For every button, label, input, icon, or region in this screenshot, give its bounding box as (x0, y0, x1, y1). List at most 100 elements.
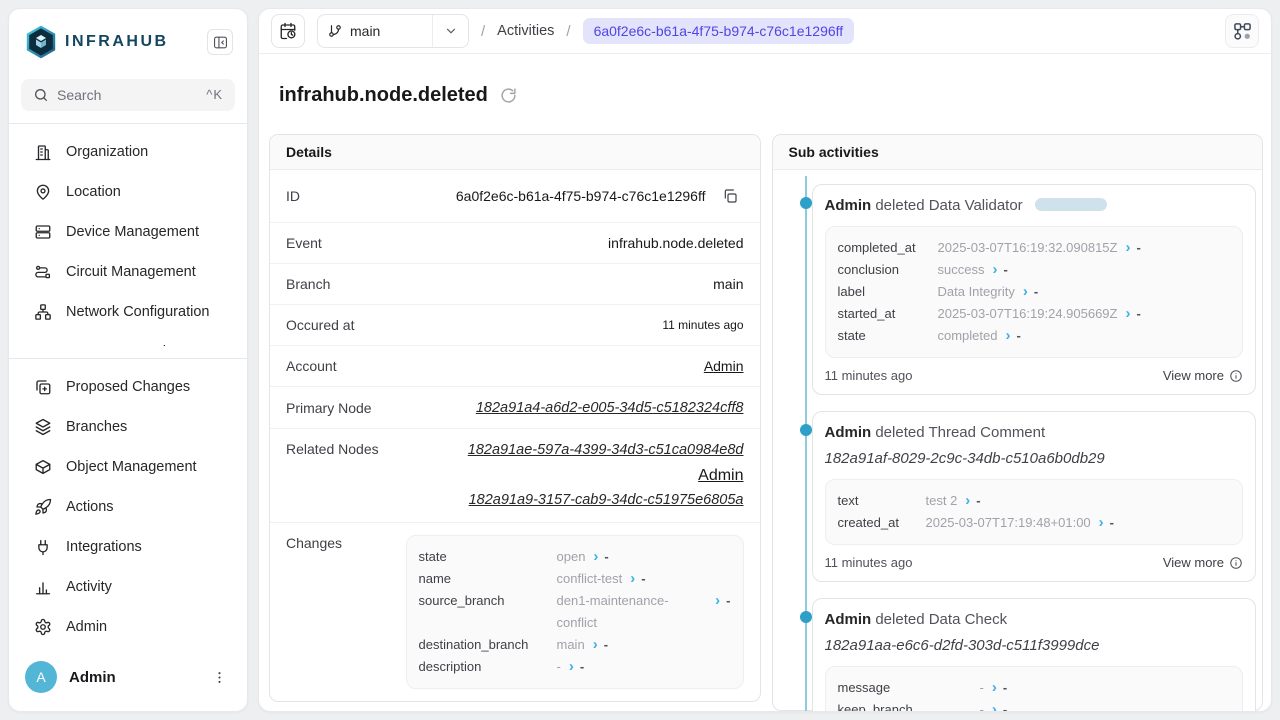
change-key: description (419, 656, 547, 678)
chevron-right-icon[interactable]: › (992, 677, 997, 699)
change-row: state open › - (419, 546, 731, 568)
chevron-right-icon[interactable]: › (593, 546, 598, 568)
topbar: main / Activities / 6a0f2e6c-b61a-4f75-b… (259, 9, 1271, 54)
chevron-right-icon[interactable]: › (569, 656, 574, 678)
related-node-link[interactable]: 182a91ae-597a-4399-34d3-c51ca0984e8d (468, 441, 744, 460)
field-value: 2025-03-07T16:19:24.905669Z (938, 303, 1118, 325)
chevron-right-icon[interactable]: › (593, 634, 598, 656)
sidebar-item-circuit-management[interactable]: Circuit Management (17, 252, 239, 292)
schema-button[interactable] (1225, 14, 1259, 48)
detail-label: Occured at (286, 317, 354, 333)
activity-title: Admin deleted Data Validator (825, 196, 1244, 216)
branch-selector[interactable]: main (317, 14, 469, 48)
chevron-right-icon[interactable]: › (1005, 325, 1010, 347)
app-root: INFRAHUB Search ^K (0, 0, 1280, 720)
field-key: created_at (838, 512, 916, 534)
kebab-icon (212, 670, 227, 685)
timeline-dot (800, 197, 812, 209)
activity-time: 11 minutes ago (825, 555, 913, 570)
sidebar-item-integrations[interactable]: Integrations (17, 527, 239, 567)
chevron-right-icon[interactable]: › (1099, 512, 1104, 534)
chevron-right-icon[interactable]: › (1023, 281, 1028, 303)
search-input[interactable]: Search ^K (21, 79, 235, 111)
sidebar-item-device-management[interactable]: Device Management (17, 212, 239, 252)
field-value: - (980, 677, 984, 699)
sidebar-item-label: Network Configuration (66, 304, 209, 320)
chevron-right-icon[interactable]: › (965, 490, 970, 512)
change-value: main (557, 634, 585, 656)
field-key: started_at (838, 303, 928, 325)
detail-row-id: ID 6a0f2e6c-b61a-4f75-b974-c76c1e1296ff (270, 170, 760, 223)
logo-row: INFRAHUB (9, 9, 247, 73)
field-row: started_at 2025-03-07T16:19:24.905669Z ›… (838, 303, 1231, 325)
field-row: state completed › - (838, 325, 1231, 347)
change-key: source_branch (419, 590, 547, 612)
sidebar-item-label: Branches (66, 419, 127, 435)
activity-card: Admin deleted Thread Comment 182a91af-80… (812, 411, 1257, 582)
sidebar-item-customer-service[interactable]: Customer Service (17, 332, 239, 346)
time-travel-button[interactable] (271, 14, 305, 48)
sidebar-item-label: Admin (66, 619, 107, 635)
sidebar-collapse-button[interactable] (207, 29, 233, 55)
git-branch-icon (328, 24, 342, 38)
content: Details ID 6a0f2e6c-b61a-4f75-b974-c76c1… (259, 134, 1271, 711)
sidebar-item-location[interactable]: Location (17, 172, 239, 212)
breadcrumb-activities-link[interactable]: Activities (497, 23, 554, 39)
change-after: - (641, 568, 645, 590)
detail-label: Account (286, 358, 337, 374)
sidebar-item-organization[interactable]: Organization (17, 132, 239, 172)
detail-value-branch: main (713, 276, 743, 292)
field-row: text test 2 › - (838, 490, 1231, 512)
change-value: den1-maintenance-conflict (557, 590, 708, 634)
breadcrumb-activity-id[interactable]: 6a0f2e6c-b61a-4f75-b974-c76c1e1296ff (583, 18, 855, 44)
related-node-link[interactable]: 182a91a9-3157-cab9-34dc-c51975e6805a (469, 491, 744, 510)
chevron-right-icon[interactable]: › (1125, 303, 1130, 325)
sidebar: INFRAHUB Search ^K (8, 8, 248, 712)
infrahub-logo-icon (25, 25, 57, 59)
sidebar-item-actions[interactable]: Actions (17, 487, 239, 527)
user-name: Admin (69, 669, 195, 686)
sub-activities-header: Sub activities (773, 135, 1263, 170)
detail-label: Branch (286, 276, 330, 292)
field-value: completed (938, 325, 998, 347)
activity-actor: Admin (825, 611, 872, 628)
chevron-right-icon[interactable]: › (992, 699, 997, 712)
primary-node-link[interactable]: 182a91a4-a6d2-e005-34d5-c5182324cff8 (476, 400, 744, 416)
change-row: description - › - (419, 656, 731, 678)
field-row: conclusion success › - (838, 259, 1231, 281)
details-header: Details (270, 135, 760, 170)
chevron-right-icon[interactable]: › (992, 259, 997, 281)
change-after: - (604, 546, 608, 568)
sidebar-item-object-management[interactable]: Object Management (17, 447, 239, 487)
account-link[interactable]: Admin (704, 358, 744, 374)
search-icon (33, 87, 49, 103)
user-row: A Admin (9, 647, 247, 711)
detail-row-occured-at: Occured at 11 minutes ago (270, 305, 760, 346)
related-node-link[interactable]: Admin (698, 466, 743, 485)
activity-node-id: 182a91aa-e6c6-d2fd-303d-c511f3999dce (825, 636, 1244, 656)
sidebar-item-activity[interactable]: Activity (17, 567, 239, 607)
field-after: - (1034, 281, 1038, 303)
timeline-dot (800, 611, 812, 623)
sidebar-item-branches[interactable]: Branches (17, 407, 239, 447)
sidebar-item-network-configuration[interactable]: Network Configuration (17, 292, 239, 332)
user-menu-button[interactable] (207, 665, 231, 689)
detail-row-changes: Changes state open › - name conflict-tes… (270, 523, 760, 701)
view-more-button[interactable]: View more (1163, 555, 1243, 570)
sub-activities-panel: Sub activities Admin deleted Data Valida… (772, 134, 1264, 711)
field-after: - (1136, 303, 1140, 325)
detail-row-event: Event infrahub.node.deleted (270, 223, 760, 264)
chevron-right-icon[interactable]: › (715, 590, 720, 612)
chevron-right-icon[interactable]: › (1125, 237, 1130, 259)
sidebar-item-admin[interactable]: Admin (17, 607, 239, 647)
sidebar-item-proposed-changes[interactable]: Proposed Changes (17, 367, 239, 407)
field-value: 2025-03-07T17:19:48+01:00 (926, 512, 1091, 534)
timeline-line (805, 176, 807, 712)
refresh-button[interactable] (500, 86, 520, 106)
chevron-right-icon[interactable]: › (630, 568, 635, 590)
field-key: label (838, 281, 928, 303)
view-more-button[interactable]: View more (1163, 368, 1243, 383)
copy-id-button[interactable] (716, 182, 744, 210)
view-more-label: View more (1163, 555, 1224, 570)
sub-activities-timeline: Admin deleted Data Validator completed_a… (773, 170, 1263, 712)
